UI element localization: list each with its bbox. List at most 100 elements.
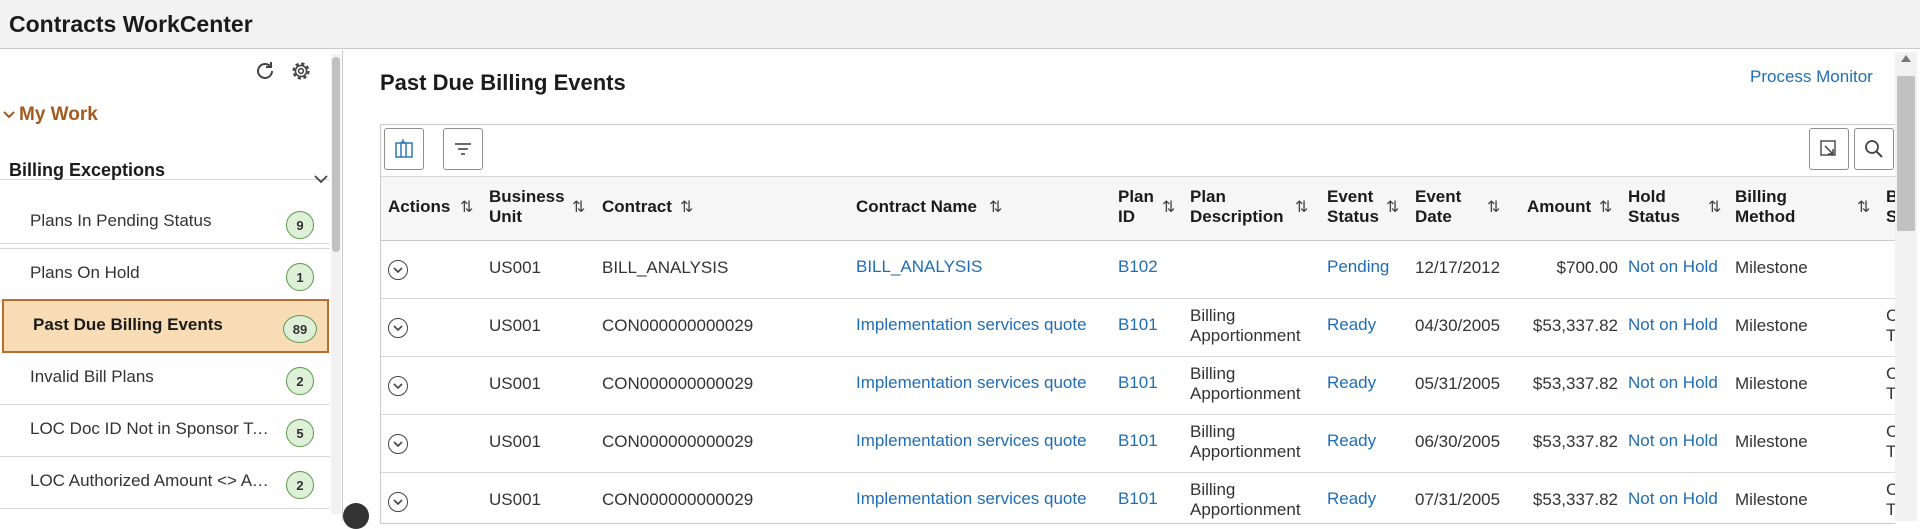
gear-icon[interactable]: [288, 58, 314, 84]
event-date: 12/17/2012: [1415, 258, 1501, 277]
row-actions-button[interactable]: [388, 492, 408, 512]
billing-method: Milestone: [1735, 432, 1808, 451]
plan-description: Billing Apportionment: [1190, 306, 1301, 345]
chevron-down-icon: [393, 498, 403, 505]
sort-icon[interactable]: ⇅: [1295, 197, 1308, 217]
amount: $53,337.82: [1532, 374, 1618, 393]
event-status-link[interactable]: Ready: [1327, 431, 1376, 451]
sort-icon[interactable]: ⇅: [460, 197, 473, 217]
contract: CON000000000029: [602, 490, 754, 509]
plan-description: Billing Apportionment: [1190, 422, 1301, 461]
left-panel-scrollbar[interactable]: [331, 54, 341, 514]
row-actions-button[interactable]: [388, 318, 408, 338]
table-row: US001 BILL_ANALYSIS BILL_ANALYSIS B102 P…: [381, 242, 1895, 299]
main-scrollbar[interactable]: [1895, 52, 1917, 521]
next-column-cell: CT: [1886, 364, 1895, 404]
amount: $53,337.82: [1532, 316, 1618, 335]
sidebar-item-past-due-billing-events[interactable]: Past Due Billing Events 89: [2, 299, 329, 353]
app-header: Contracts WorkCenter: [0, 0, 1920, 49]
hold-status-link[interactable]: Not on Hold: [1628, 489, 1718, 509]
col-actions[interactable]: Actions: [388, 197, 450, 217]
filter-button[interactable]: [443, 128, 483, 170]
search-button[interactable]: [1854, 128, 1894, 170]
sort-icon[interactable]: ⇅: [1857, 197, 1870, 217]
sort-icon[interactable]: ⇅: [680, 197, 693, 217]
export-button[interactable]: [1809, 128, 1849, 170]
hold-status-link[interactable]: Not on Hold: [1628, 373, 1718, 393]
col-event-status[interactable]: Event Status: [1327, 187, 1379, 227]
billing-method: Milestone: [1735, 374, 1808, 393]
row-actions-button[interactable]: [388, 376, 408, 396]
group-title: Billing Exceptions: [9, 160, 166, 180]
table-row: US001 CON000000000029 Implementation ser…: [381, 474, 1895, 523]
hold-status-link[interactable]: Not on Hold: [1628, 257, 1718, 277]
sidebar-item-loc-doc-id[interactable]: LOC Doc ID Not in Sponsor Table 5: [0, 405, 330, 457]
refresh-icon[interactable]: [252, 58, 278, 84]
sidebar-item-label: Plans On Hold: [30, 263, 140, 282]
plan-id-link[interactable]: B101: [1118, 373, 1158, 393]
sort-icon[interactable]: ⇅: [572, 197, 585, 217]
contract-name-link[interactable]: Implementation services quote: [856, 431, 1087, 451]
row-actions-button[interactable]: [388, 260, 408, 280]
sort-icon[interactable]: ⇅: [989, 197, 1002, 217]
contract-name-link[interactable]: Implementation services quote: [856, 373, 1087, 393]
scrollbar-thumb[interactable]: [1897, 76, 1915, 231]
sort-icon[interactable]: ⇅: [1386, 197, 1399, 217]
chevron-down-icon: [393, 440, 403, 447]
col-amount[interactable]: Amount: [1527, 197, 1591, 217]
sidebar-item-invalid-bill-plans[interactable]: Invalid Bill Plans 2: [0, 353, 330, 405]
left-panel: My Work Billing Exceptions Plans In Pend…: [0, 50, 343, 521]
col-next[interactable]: BS: [1886, 187, 1895, 227]
scroll-up-arrow-icon[interactable]: [1901, 55, 1911, 62]
chevron-down-icon: [393, 324, 403, 331]
hold-status-link[interactable]: Not on Hold: [1628, 431, 1718, 451]
event-date: 06/30/2005: [1415, 432, 1501, 451]
col-contract[interactable]: Contract: [602, 197, 672, 217]
col-hold-status[interactable]: Hold Status: [1628, 187, 1680, 227]
event-date: 05/31/2005: [1415, 374, 1501, 393]
col-plan-id[interactable]: Plan ID: [1118, 187, 1154, 227]
sort-icon[interactable]: ⇅: [1599, 197, 1612, 217]
plan-id-link[interactable]: B101: [1118, 489, 1158, 509]
plan-id-link[interactable]: B102: [1118, 257, 1158, 277]
my-work-toggle[interactable]: My Work: [2, 104, 98, 126]
col-business-unit[interactable]: Business Unit: [489, 187, 565, 227]
count-badge: 2: [286, 471, 314, 499]
chevron-down-icon: [393, 382, 403, 389]
sidebar-item-loc-authorized-amount[interactable]: LOC Authorized Amount <> Award Amount 2: [0, 457, 330, 509]
event-status-link[interactable]: Pending: [1327, 257, 1389, 277]
sort-icon[interactable]: ⇅: [1708, 197, 1721, 217]
left-panel-tools: [252, 56, 314, 86]
table-header: Actions ⇅ Business Unit ⇅ Contract ⇅ Cont…: [381, 177, 1895, 241]
event-status-link[interactable]: Ready: [1327, 315, 1376, 335]
process-monitor-link[interactable]: Process Monitor: [1750, 67, 1873, 87]
sidebar-item-plans-in-pending-status[interactable]: Plans In Pending Status 9: [0, 197, 330, 249]
event-status-link[interactable]: Ready: [1327, 373, 1376, 393]
col-event-date[interactable]: Event Date: [1415, 187, 1461, 227]
chevron-down-icon[interactable]: [313, 172, 329, 188]
row-actions-button[interactable]: [388, 434, 408, 454]
col-contract-name[interactable]: Contract Name: [856, 197, 977, 217]
plan-id-link[interactable]: B101: [1118, 315, 1158, 335]
sidebar-item-plans-on-hold[interactable]: Plans On Hold 1: [0, 249, 330, 301]
plan-id-link[interactable]: B101: [1118, 431, 1158, 451]
sort-icon[interactable]: ⇅: [1162, 197, 1175, 217]
amount: $700.00: [1556, 258, 1618, 277]
count-badge: 1: [286, 263, 314, 291]
chevron-down-icon: [2, 107, 16, 123]
event-status-link[interactable]: Ready: [1327, 489, 1376, 509]
contract-name-link[interactable]: Implementation services quote: [856, 315, 1087, 335]
col-billing-method[interactable]: Billing Method: [1735, 187, 1795, 227]
col-plan-description[interactable]: Plan Description: [1190, 187, 1284, 227]
contract-name-link[interactable]: BILL_ANALYSIS: [856, 257, 982, 277]
amount: $53,337.82: [1532, 490, 1618, 509]
sidebar-item-label: LOC Doc ID Not in Sponsor Table: [30, 419, 272, 438]
contract: BILL_ANALYSIS: [602, 258, 729, 277]
contract-name-link[interactable]: Implementation services quote: [856, 489, 1087, 509]
count-badge: 89: [283, 315, 317, 343]
scrollbar-thumb[interactable]: [332, 57, 340, 252]
next-column-cell: CT: [1886, 480, 1895, 520]
column-chooser-button[interactable]: [384, 128, 424, 170]
hold-status-link[interactable]: Not on Hold: [1628, 315, 1718, 335]
sort-icon[interactable]: ⇅: [1487, 197, 1500, 217]
